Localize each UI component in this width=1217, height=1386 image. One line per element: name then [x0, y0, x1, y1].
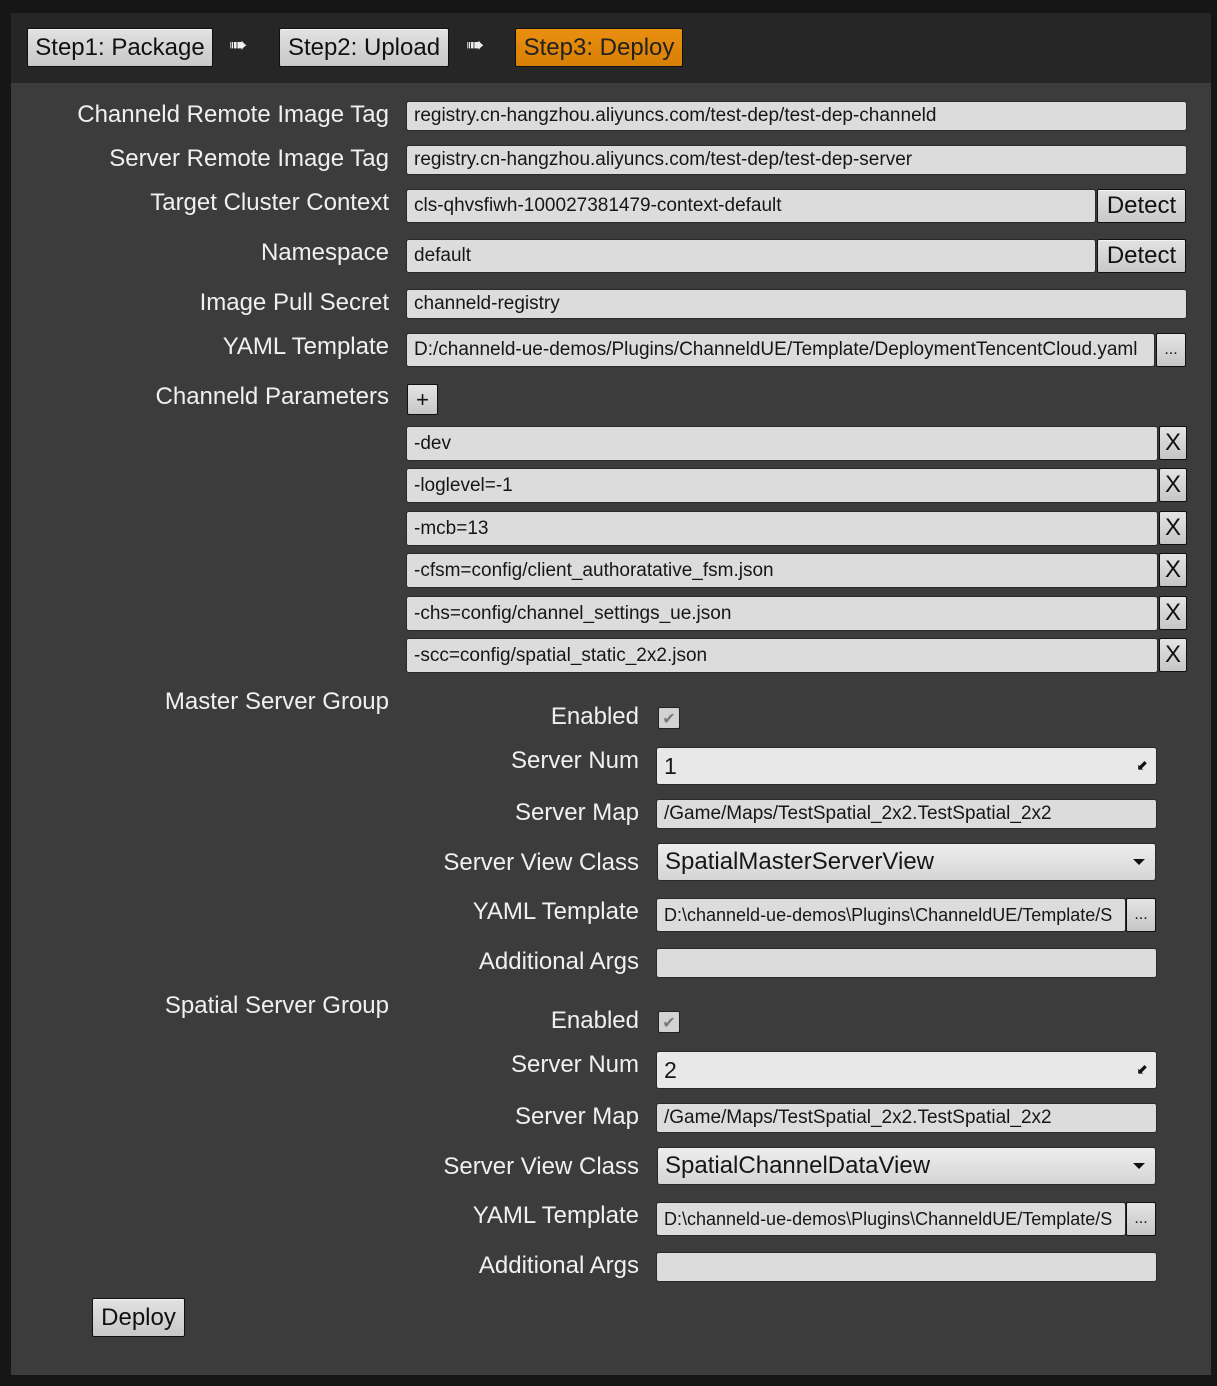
master-server-num-label: Server Num	[510, 747, 639, 774]
step-arrow-icon: ➠	[466, 33, 485, 58]
spatial-view-class-value: SpatialChannelDataView	[665, 1152, 931, 1179]
remove-param-button[interactable]: X	[1159, 468, 1187, 502]
remove-param-button[interactable]: X	[1159, 426, 1187, 460]
channeld-params-label: Channeld Parameters	[155, 383, 389, 410]
spatial-view-class-label: Server View Class	[443, 1153, 639, 1180]
spin-arrows-icon[interactable]: ⬋	[1136, 1062, 1148, 1078]
spatial-server-map-label: Server Map	[514, 1103, 639, 1130]
master-server-num-value: 1	[664, 752, 677, 779]
checkmark-icon: ✔	[662, 708, 676, 728]
detect-context-button[interactable]: Detect	[1097, 189, 1186, 223]
param-item-input[interactable]: -mcb=13	[406, 511, 1158, 546]
dropdown-arrow-icon	[1133, 1163, 1145, 1169]
cluster-context-input[interactable]: cls-qhvsfiwh-100027381479-context-defaul…	[406, 189, 1096, 223]
step1-package-button[interactable]: Step1: Package	[27, 28, 213, 67]
spatial-view-class-dropdown[interactable]: SpatialChannelDataView	[657, 1147, 1156, 1185]
dropdown-arrow-icon	[1133, 859, 1145, 865]
master-group-title: Master Server Group	[164, 688, 389, 715]
server-image-tag-input[interactable]: registry.cn-hangzhou.aliyuncs.com/test-d…	[406, 145, 1187, 175]
cluster-context-label: Target Cluster Context	[150, 189, 389, 216]
spatial-server-num-input[interactable]: 2 ⬋	[656, 1051, 1157, 1089]
step2-upload-button[interactable]: Step2: Upload	[279, 28, 449, 67]
master-enabled-checkbox[interactable]: ✔	[658, 707, 680, 729]
detect-namespace-button[interactable]: Detect	[1097, 239, 1186, 273]
master-server-map-input[interactable]: /Game/Maps/TestSpatial_2x2.TestSpatial_2…	[656, 799, 1157, 829]
deploy-button[interactable]: Deploy	[92, 1298, 185, 1337]
remove-param-button[interactable]: X	[1159, 638, 1187, 672]
namespace-input[interactable]: default	[406, 239, 1096, 273]
remove-param-button[interactable]: X	[1159, 553, 1187, 587]
param-item-input[interactable]: -dev	[406, 426, 1158, 461]
checkmark-icon: ✔	[662, 1012, 676, 1032]
pull-secret-input[interactable]: channeld-registry	[406, 289, 1187, 319]
spatial-yaml-label: YAML Template	[472, 1202, 639, 1229]
yaml-template-browse-button[interactable]: ...	[1156, 333, 1186, 367]
master-view-class-label: Server View Class	[443, 849, 639, 876]
channeld-image-tag-label: Channeld Remote Image Tag	[77, 101, 389, 128]
spatial-yaml-input[interactable]: D:\channeld-ue-demos\Plugins\ChanneldUE/…	[656, 1202, 1126, 1236]
spatial-args-input[interactable]	[656, 1252, 1157, 1282]
spatial-yaml-browse-button[interactable]: ...	[1126, 1202, 1156, 1236]
server-image-tag-label: Server Remote Image Tag	[109, 145, 389, 172]
spatial-server-num-label: Server Num	[510, 1051, 639, 1078]
yaml-template-label: YAML Template	[222, 333, 389, 360]
master-view-class-value: SpatialMasterServerView	[665, 848, 935, 875]
step-arrow-icon: ➠	[229, 33, 248, 58]
master-view-class-dropdown[interactable]: SpatialMasterServerView	[657, 843, 1156, 881]
spatial-enabled-checkbox[interactable]: ✔	[658, 1011, 680, 1033]
master-yaml-browse-button[interactable]: ...	[1126, 898, 1156, 932]
spatial-args-label: Additional Args	[478, 1252, 639, 1279]
param-item-input[interactable]: -scc=config/spatial_static_2x2.json	[406, 638, 1158, 673]
param-item-input[interactable]: -cfsm=config/client_authoratative_fsm.js…	[406, 553, 1158, 588]
param-item-input[interactable]: -loglevel=-1	[406, 468, 1158, 503]
master-yaml-label: YAML Template	[472, 898, 639, 925]
param-item-input[interactable]: -chs=config/channel_settings_ue.json	[406, 596, 1158, 631]
master-server-map-label: Server Map	[514, 799, 639, 826]
yaml-template-input[interactable]: D:/channeld-ue-demos/Plugins/ChanneldUE/…	[406, 333, 1155, 367]
pull-secret-label: Image Pull Secret	[199, 289, 389, 316]
master-server-num-input[interactable]: 1 ⬋	[656, 747, 1157, 785]
spatial-group-title: Spatial Server Group	[164, 992, 389, 1019]
channeld-image-tag-input[interactable]: registry.cn-hangzhou.aliyuncs.com/test-d…	[406, 101, 1187, 131]
master-args-input[interactable]	[656, 948, 1157, 978]
remove-param-button[interactable]: X	[1159, 511, 1187, 545]
master-args-label: Additional Args	[478, 948, 639, 975]
add-param-button[interactable]: +	[407, 384, 438, 415]
spatial-server-map-input[interactable]: /Game/Maps/TestSpatial_2x2.TestSpatial_2…	[656, 1103, 1157, 1133]
step3-deploy-button[interactable]: Step3: Deploy	[515, 28, 683, 67]
namespace-label: Namespace	[260, 239, 389, 266]
master-yaml-input[interactable]: D:\channeld-ue-demos\Plugins\ChanneldUE/…	[656, 898, 1126, 932]
master-enabled-label: Enabled	[550, 703, 639, 730]
spatial-enabled-label: Enabled	[550, 1007, 639, 1034]
spin-arrows-icon[interactable]: ⬋	[1136, 758, 1148, 774]
spatial-server-num-value: 2	[664, 1056, 677, 1083]
remove-param-button[interactable]: X	[1159, 596, 1187, 630]
